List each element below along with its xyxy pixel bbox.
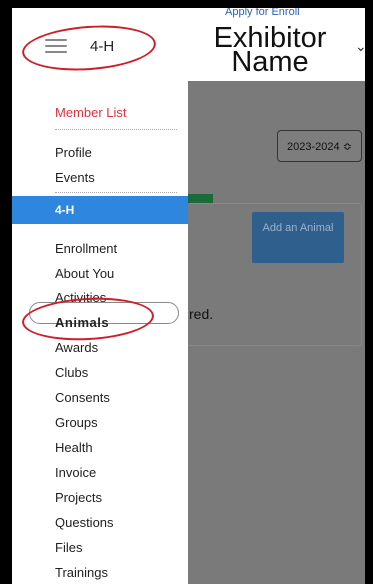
apply-enroll-link[interactable]: Apply for Enroll bbox=[225, 8, 300, 18]
drawer-item-profile[interactable]: Profile bbox=[55, 145, 92, 161]
drawer-divider bbox=[55, 129, 177, 130]
drawer-divider bbox=[55, 192, 177, 193]
drawer-item-trainings[interactable]: Trainings bbox=[55, 565, 108, 581]
drawer-item-clubs[interactable]: Clubs bbox=[55, 365, 88, 381]
app-frame: 2023-2024 ≎ Add an Animal red. Apply for… bbox=[12, 8, 365, 584]
page-title: Exhibitor Name bbox=[213, 22, 327, 78]
drawer-item-consents[interactable]: Consents bbox=[55, 390, 110, 406]
drawer-section-label: 4-H bbox=[55, 203, 75, 217]
drawer-item-about-you[interactable]: About You bbox=[55, 266, 114, 282]
drawer-item-projects[interactable]: Projects bbox=[55, 490, 102, 506]
drawer-item-groups[interactable]: Groups bbox=[55, 415, 98, 431]
drawer-section-4h[interactable]: 4-H bbox=[12, 196, 188, 224]
drawer-item-member-list[interactable]: Member List bbox=[55, 105, 127, 121]
drawer-item-files[interactable]: Files bbox=[55, 540, 82, 556]
chevron-down-icon[interactable]: ⌄ bbox=[355, 38, 365, 55]
app-header: Apply for Enroll 4-H Exhibitor Name ⌄ bbox=[12, 8, 365, 81]
drawer-item-events[interactable]: Events bbox=[55, 170, 95, 186]
card-message-text: red. bbox=[189, 306, 214, 322]
drawer-item-awards[interactable]: Awards bbox=[55, 340, 98, 356]
year-select[interactable]: 2023-2024 ≎ bbox=[277, 130, 362, 162]
drawer-item-health[interactable]: Health bbox=[55, 440, 93, 456]
side-drawer: Member List Profile Events 4-H Enrollmen… bbox=[12, 81, 188, 584]
drawer-item-enrollment[interactable]: Enrollment bbox=[55, 241, 117, 257]
drawer-item-questions[interactable]: Questions bbox=[55, 515, 114, 531]
drawer-item-invoice[interactable]: Invoice bbox=[55, 465, 96, 481]
add-animal-button[interactable]: Add an Animal bbox=[252, 212, 344, 263]
annotation-circle-header bbox=[20, 21, 158, 75]
